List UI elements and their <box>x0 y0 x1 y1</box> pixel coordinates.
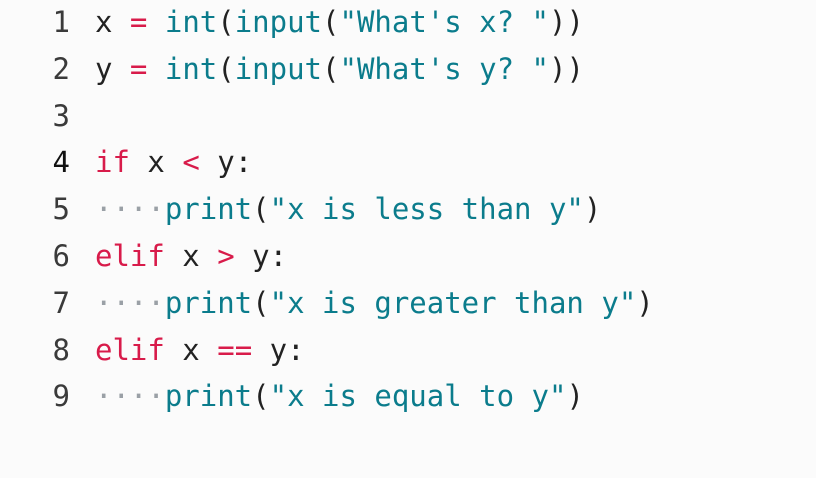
code-line[interactable]: 7 ····print("x is greater than y") <box>0 283 816 323</box>
code-line[interactable]: 9 ····print("x is equal to y") <box>0 376 816 416</box>
code-token-plain: y: <box>199 145 253 180</box>
code-line[interactable]: 2y = int(input("What's y? ")) <box>0 49 816 89</box>
code-token-kw: elif <box>95 239 165 273</box>
code-text: elif x > y: <box>95 236 287 276</box>
code-text: ····print("x is equal to y") <box>95 376 584 416</box>
code-text: if x < y: <box>95 142 252 182</box>
code-token-plain: x <box>95 5 130 39</box>
code-token-plain: x <box>164 332 218 367</box>
code-token-fn: input <box>234 5 323 39</box>
code-token-str: "x is equal to y" <box>269 379 567 414</box>
line-number: 6 <box>52 239 70 273</box>
code-token-op: == <box>217 332 253 367</box>
code-line[interactable]: 1x = int(input("What's x? ")) <box>0 2 816 42</box>
code-editor[interactable]: 1x = int(input("What's x? ")) 2 y = int(in… <box>0 0 816 478</box>
code-token-str: "What's x? " <box>339 5 550 39</box>
code-text: y = int(input("What's y? ")) <box>95 49 584 89</box>
code-token-op: = <box>129 51 148 86</box>
code-token-fn: print <box>164 192 253 227</box>
code-line[interactable]: 3 <box>0 96 816 136</box>
code-token-plain: )) <box>549 51 584 86</box>
code-token-fn: print <box>164 285 253 320</box>
code-token-fn: print <box>164 379 253 414</box>
code-token-kw: elif <box>95 332 165 367</box>
code-token-plain: ) <box>566 379 584 414</box>
code-token-plain: y: <box>252 332 305 367</box>
code-token-op: < <box>182 145 200 180</box>
line-number: 1 <box>52 5 70 39</box>
code-token-str: "x is greater than y" <box>269 285 637 320</box>
code-token-plain: ( <box>322 5 340 39</box>
code-token-plain: ( <box>252 285 270 320</box>
code-text: elif x == y: <box>95 330 305 370</box>
code-token-plain: ( <box>252 379 270 414</box>
code-token-plain: ( <box>252 192 270 227</box>
code-token-str: "What's y? " <box>339 51 550 86</box>
line-number: 2 <box>52 51 70 86</box>
code-token-fn: int <box>164 51 218 86</box>
code-token-str: "x is less than y" <box>269 192 584 227</box>
line-number: 5 <box>52 192 70 227</box>
line-number: 4 <box>52 145 70 180</box>
code-line[interactable]: 8 elif x == y: <box>0 330 816 370</box>
code-token-op: > <box>217 239 235 273</box>
code-token-indent: ···· <box>95 379 165 414</box>
code-token-fn: int <box>164 5 218 39</box>
code-token-plain: ( <box>217 51 235 86</box>
code-token-indent: ···· <box>95 285 165 320</box>
code-token-plain: y: <box>234 239 288 273</box>
code-line[interactable]: 5 ····print("x is less than y") <box>0 189 816 229</box>
code-token-plain: x <box>129 145 183 180</box>
line-number: 7 <box>52 285 70 320</box>
code-token-plain: ( <box>217 5 235 39</box>
code-text: ····print("x is less than y") <box>95 189 601 229</box>
code-token-plain: ) <box>583 192 602 227</box>
line-number: 8 <box>52 332 70 367</box>
code-token-indent: ···· <box>95 192 165 227</box>
code-token-plain: x <box>164 239 218 273</box>
code-token-kw: if <box>95 145 130 180</box>
line-number: 9 <box>52 379 70 414</box>
code-text: x = int(input("What's x? ")) <box>95 2 584 42</box>
code-token-plain: y <box>95 51 130 86</box>
line-number: 3 <box>52 98 70 133</box>
code-text: ····print("x is greater than y") <box>95 283 654 323</box>
code-token-op: = <box>129 5 148 39</box>
code-line[interactable]: 6 elif x > y: <box>0 236 816 276</box>
code-token-fn: input <box>234 51 323 86</box>
code-token-plain: ) <box>636 285 654 320</box>
code-token-plain: ( <box>322 51 340 86</box>
code-line[interactable]: 4 if x < y: <box>0 142 816 182</box>
code-token-plain: )) <box>549 5 584 39</box>
